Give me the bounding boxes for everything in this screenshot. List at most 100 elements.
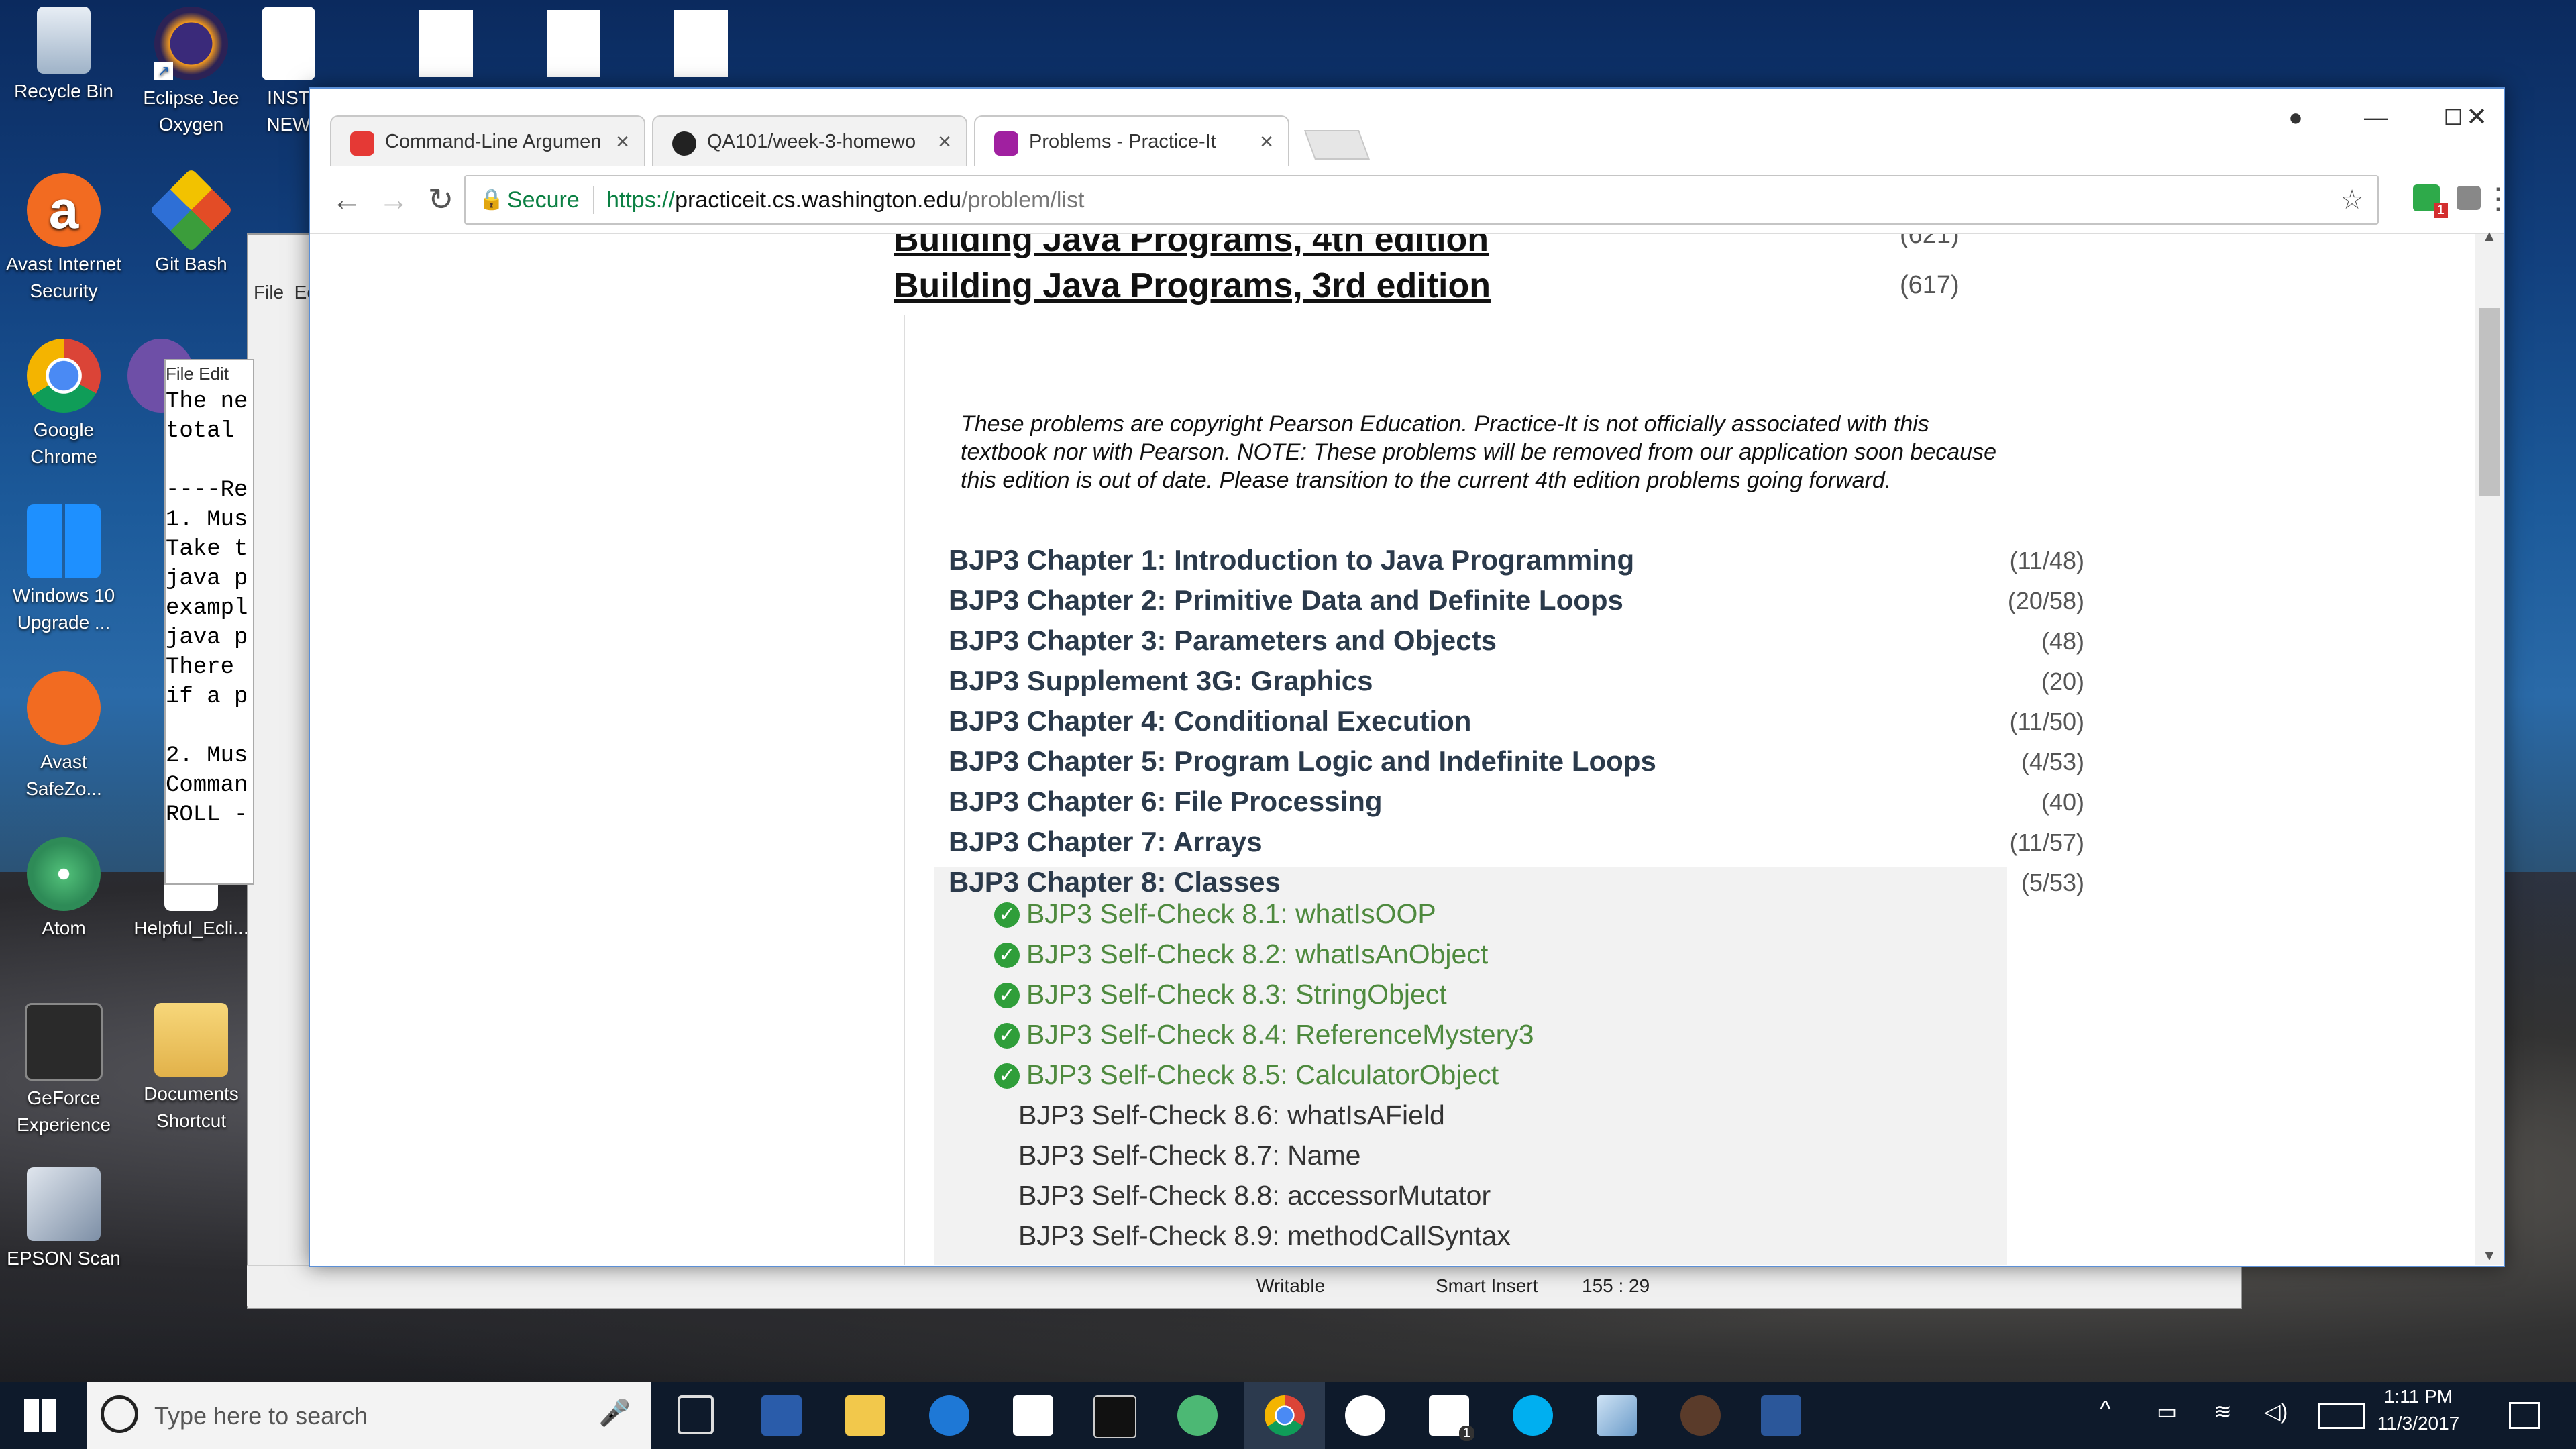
file-explorer-icon[interactable] [845, 1395, 885, 1436]
word-doc-icon [262, 7, 315, 80]
reload-button[interactable]: ↻ [421, 179, 461, 219]
desktop-icon-label: Recycle Bin [14, 80, 113, 101]
close-icon[interactable]: × [938, 117, 951, 166]
scroll-up-arrow[interactable]: ▲ [2482, 227, 2497, 245]
scan-icon[interactable] [1597, 1395, 1637, 1436]
back-button[interactable]: ← [327, 179, 367, 219]
page-content: Building Java Programs, 4th edition (621… [310, 234, 2473, 1265]
chapter-link[interactable]: BJP3 Supplement 3G: Graphics [949, 665, 1373, 697]
chapter-link[interactable]: BJP3 Chapter 3: Parameters and Objects [949, 625, 1497, 657]
extension-icon[interactable]: 1 [2413, 184, 2448, 218]
terminal-icon[interactable] [1093, 1395, 1136, 1438]
scroll-down-arrow[interactable]: ▼ [2482, 1247, 2497, 1265]
powershell-icon[interactable] [761, 1395, 802, 1436]
clock[interactable]: 1:11 PM 11/3/2017 [2361, 1386, 2475, 1434]
cortana-icon [101, 1395, 138, 1433]
book-link-4th[interactable]: Building Java Programs, 4th edition [894, 234, 1489, 260]
desktop-icon-avast[interactable]: a Avast Internet Security [0, 173, 127, 305]
problem-link[interactable]: BJP3 Self-Check 8.6: whatIsAField [1018, 1099, 1445, 1131]
minimize-button[interactable]: — [2349, 94, 2403, 141]
scrollbar-thumb[interactable] [2479, 308, 2500, 496]
blank-file-icon[interactable] [547, 10, 600, 77]
red-icon [350, 131, 374, 156]
address-bar[interactable]: 🔒 Secure https://practiceit.cs.washingto… [464, 175, 2379, 225]
problem-link[interactable]: BJP3 Self-Check 8.4: ReferenceMystery3 [1026, 1019, 1534, 1051]
blank-file-icon[interactable] [674, 10, 728, 77]
chapter-link[interactable]: BJP3 Chapter 2: Primitive Data and Defin… [949, 584, 1623, 616]
chapter-link[interactable]: BJP3 Chapter 8: Classes [949, 866, 1281, 898]
xbox-icon[interactable] [1345, 1395, 1385, 1436]
url-divider [593, 186, 594, 214]
chapter-link[interactable]: BJP3 Chapter 5: Program Logic and Indefi… [949, 745, 1656, 777]
chrome-window[interactable]: Command-Line Argumen × QA101/week-3-home… [309, 87, 2513, 1267]
chrome-taskbar-icon [1265, 1395, 1305, 1436]
problem-link[interactable]: BJP3 Self-Check 8.1: whatIsOOP [1026, 898, 1436, 930]
problem-link[interactable]: BJP3 Self-Check 8.7: Name [1018, 1140, 1360, 1171]
notification-icon[interactable] [2509, 1402, 2540, 1429]
desktop-icon-atom[interactable]: Atom [0, 837, 127, 942]
eclipse-menu: File Ec [254, 282, 317, 303]
taskbar-search-box[interactable]: Type here to search 🎤 [87, 1382, 651, 1449]
close-icon[interactable]: × [1260, 117, 1273, 166]
notepad-window[interactable]: File Edit The ne total ----Re 1. Mus Take t j… [164, 359, 254, 885]
keyboard-icon[interactable] [2318, 1403, 2365, 1429]
skype-icon[interactable] [1513, 1395, 1553, 1436]
book-link-3rd[interactable]: Building Java Programs, 3rd edition [894, 266, 1491, 306]
close-window-button[interactable]: ✕ [2453, 94, 2500, 141]
notepad-text[interactable]: The ne total ----Re 1. Mus Take t java p examp… [166, 387, 253, 830]
gear-app-icon[interactable] [1680, 1395, 1721, 1436]
chapter-link[interactable]: BJP3 Chapter 1: Introduction to Java Pro… [949, 544, 1634, 576]
profile-icon[interactable]: ● [2269, 94, 2322, 141]
desktop-icon-recycle-bin[interactable]: Recycle Bin [0, 7, 127, 105]
url-text[interactable]: https://practiceit.cs.washington.edu/pro… [606, 176, 1084, 223]
scrollbar[interactable]: ▲ ▼ [2475, 227, 2504, 1265]
problem-link[interactable]: BJP3 Self-Check 8.10: distancePoint [1018, 1260, 1468, 1265]
wifi-icon[interactable]: ≋ [2214, 1399, 2232, 1424]
problem-link[interactable]: BJP3 Self-Check 8.5: CalculatorObject [1026, 1059, 1499, 1091]
check-circle-icon: ✓ [994, 983, 1020, 1008]
store-icon[interactable] [1013, 1395, 1053, 1436]
task-view-icon[interactable] [678, 1395, 714, 1434]
desktop-icon-windows-upgrade[interactable]: Windows 10 Upgrade ... [0, 504, 127, 636]
problem-link[interactable]: BJP3 Self-Check 8.3: StringObject [1026, 979, 1447, 1010]
close-icon[interactable]: × [616, 117, 629, 166]
desktop-icon-git-bash[interactable]: Git Bash [127, 168, 255, 278]
blank-file-icon[interactable] [419, 10, 473, 77]
desktop-icon-eclipse[interactable]: ↗ Eclipse Jee Oxygen [127, 7, 255, 138]
desktop-icon-avast-safezone[interactable]: Avast SafeZo... [0, 671, 127, 802]
desktop-icon-epson[interactable]: EPSON Scan [0, 1167, 127, 1272]
microphone-icon[interactable]: 🎤 [599, 1399, 631, 1428]
desktop-icon-geforce[interactable]: GeForce Experience [0, 1003, 127, 1138]
avast-icon: a [27, 173, 101, 247]
problem-link[interactable]: BJP3 Self-Check 8.8: accessorMutator [1018, 1180, 1491, 1212]
chevron-up-icon[interactable]: ^ [2100, 1395, 2111, 1424]
menu-icon[interactable]: ⋮ [2483, 179, 2513, 219]
tab-github[interactable]: QA101/week-3-homewo × [652, 115, 967, 166]
tab-label: Command-Line Argumen [385, 131, 602, 152]
edge-icon[interactable] [929, 1395, 969, 1436]
chapter-count: (11/50) [2009, 708, 2084, 735]
desktop-icon-chrome[interactable]: Google Chrome [0, 339, 127, 470]
volume-icon[interactable]: ◁) [2264, 1399, 2288, 1424]
chapter-link[interactable]: BJP3 Chapter 4: Conditional Execution [949, 705, 1471, 737]
mail-icon[interactable]: 1 [1429, 1395, 1474, 1441]
start-button[interactable] [20, 1395, 60, 1436]
atom-taskbar-icon[interactable] [1177, 1395, 1218, 1436]
new-tab-button[interactable] [1303, 130, 1371, 160]
extension-badge: 1 [2433, 203, 2448, 218]
problem-link[interactable]: BJP3 Self-Check 8.2: whatIsAnObject [1026, 938, 1488, 970]
battery-icon[interactable]: ▭ [2157, 1399, 2177, 1424]
extension-lock-icon[interactable] [2457, 186, 2481, 210]
problem-link[interactable]: BJP3 Self-Check 8.9: methodCallSyntax [1018, 1220, 1511, 1252]
forward-button[interactable]: → [374, 179, 414, 219]
browser-toolbar: ← → ↻ 🔒 Secure https://practiceit.cs.was… [310, 166, 2513, 234]
desktop-icon-label: Google Chrome [30, 419, 97, 467]
tab-command-line[interactable]: Command-Line Argumen × [330, 115, 645, 166]
chapter-link[interactable]: BJP3 Chapter 6: File Processing [949, 786, 1383, 818]
chapter-link[interactable]: BJP3 Chapter 7: Arrays [949, 826, 1263, 858]
tab-practiceit[interactable]: Problems - Practice-It × [974, 115, 1289, 166]
desktop-icon-documents[interactable]: Documents Shortcut [127, 1003, 255, 1134]
chrome-taskbar-active[interactable] [1244, 1382, 1325, 1449]
word-icon[interactable] [1761, 1395, 1801, 1436]
star-icon[interactable]: ☆ [2340, 176, 2364, 223]
